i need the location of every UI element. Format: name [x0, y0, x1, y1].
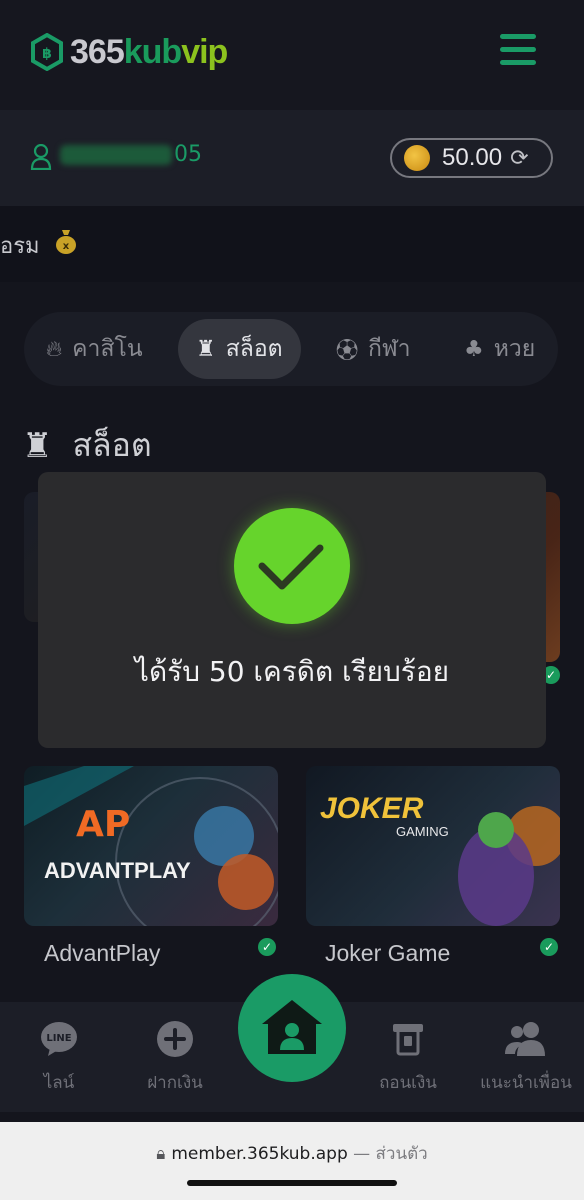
- svg-text:x: x: [63, 241, 70, 252]
- money-bag-icon: x: [56, 230, 76, 254]
- tab-slot[interactable]: ♜ สล็อต: [178, 319, 301, 379]
- app-header: ฿ 365kubvip: [0, 0, 584, 110]
- section-title: ♜ สล็อต: [22, 425, 152, 466]
- slot-icon: ♜: [196, 336, 216, 362]
- verified-check-icon: ✓: [540, 938, 558, 956]
- tab-sports[interactable]: ⚽︎ กีฬา: [336, 319, 411, 379]
- advantplay-logo-main: AP: [76, 804, 130, 845]
- checkmark-icon: [258, 544, 324, 590]
- verified-check-icon: ✓: [258, 938, 276, 956]
- success-check-circle: [234, 508, 350, 624]
- advantplay-logo-sub: ADVANTPLAY: [44, 858, 191, 883]
- private-label: — ส่วนตัว: [353, 1144, 428, 1164]
- plus-circle-icon: [157, 1021, 193, 1057]
- clover-icon: ♣: [464, 336, 484, 362]
- user-bar: 05 50.00 ⟳: [0, 110, 584, 206]
- joker-logo-sub: GAMING: [396, 824, 449, 839]
- logo-badge-icon: ฿: [31, 33, 63, 71]
- tab-casino[interactable]: 🔥︎ คาสิโน: [46, 319, 143, 379]
- success-modal: ได้รับ 50 เครดิต เรียบร้อย: [38, 472, 546, 748]
- game-name-joker: Joker Game: [325, 940, 451, 966]
- url-text: member.365kub.app: [171, 1144, 348, 1164]
- line-icon: LINE: [41, 1022, 77, 1056]
- nav-line[interactable]: LINE ไลน์: [36, 1020, 82, 1096]
- game-card-joker[interactable]: JOKER GAMING: [306, 766, 560, 926]
- hamburger-icon[interactable]: [500, 34, 536, 66]
- nav-refer-friends[interactable]: แนะนำเพื่อน: [480, 1020, 572, 1096]
- game-card-advantplay[interactable]: AP ADVANTPLAY: [24, 766, 278, 926]
- svg-text:฿: ฿: [42, 46, 52, 62]
- advantplay-artwork: AP ADVANTPLAY: [24, 766, 278, 926]
- joker-artwork: JOKER GAMING: [320, 792, 560, 926]
- announcement-marquee: อรม: [0, 206, 584, 282]
- friends-icon: [505, 1022, 545, 1056]
- success-message: ได้รับ 50 เครดิต เรียบร้อย: [134, 655, 450, 688]
- home-button[interactable]: [238, 974, 346, 1082]
- category-tabs: 🔥︎ คาสิโน ♜ สล็อต ⚽︎ กีฬา ♣ หวย: [24, 312, 558, 386]
- balance-value: 50.00: [442, 144, 503, 171]
- joker-logo-main: JOKER: [320, 792, 424, 825]
- masked-user-id: [60, 144, 172, 165]
- withdraw-icon: [393, 1024, 423, 1056]
- fire-icon: 🔥︎: [46, 336, 63, 362]
- browser-url-bar: 🔒︎ member.365kub.app — ส่วนตัว: [0, 1122, 584, 1200]
- tab-lottery[interactable]: ♣ หวย: [464, 319, 535, 379]
- soccer-ball-icon: ⚽︎: [336, 339, 359, 364]
- nav-withdraw[interactable]: ถอนเงิน: [376, 1020, 440, 1096]
- game-name-advantplay: AdvantPlay: [44, 940, 161, 966]
- brand-logo[interactable]: ฿ 365kubvip: [30, 30, 228, 74]
- user-icon: [30, 144, 52, 170]
- logo-text: 365kubvip: [70, 32, 228, 71]
- balance-pill[interactable]: 50.00 ⟳: [390, 138, 553, 178]
- url-display[interactable]: 🔒︎ member.365kub.app — ส่วนตัว: [0, 1140, 584, 1167]
- nav-deposit[interactable]: ฝากเงิน: [140, 1020, 210, 1096]
- coin-icon: [404, 145, 430, 171]
- marquee-text: อรม: [0, 234, 40, 259]
- slot-icon: ♜: [22, 425, 53, 466]
- user-id-suffix: 05: [174, 142, 202, 167]
- refresh-icon[interactable]: ⟳: [510, 146, 528, 171]
- home-indicator: [187, 1180, 397, 1186]
- user-id: 05: [60, 142, 202, 167]
- lock-icon: 🔒︎: [156, 1144, 166, 1164]
- svg-text:LINE: LINE: [46, 1033, 71, 1044]
- home-icon: [262, 1000, 322, 1054]
